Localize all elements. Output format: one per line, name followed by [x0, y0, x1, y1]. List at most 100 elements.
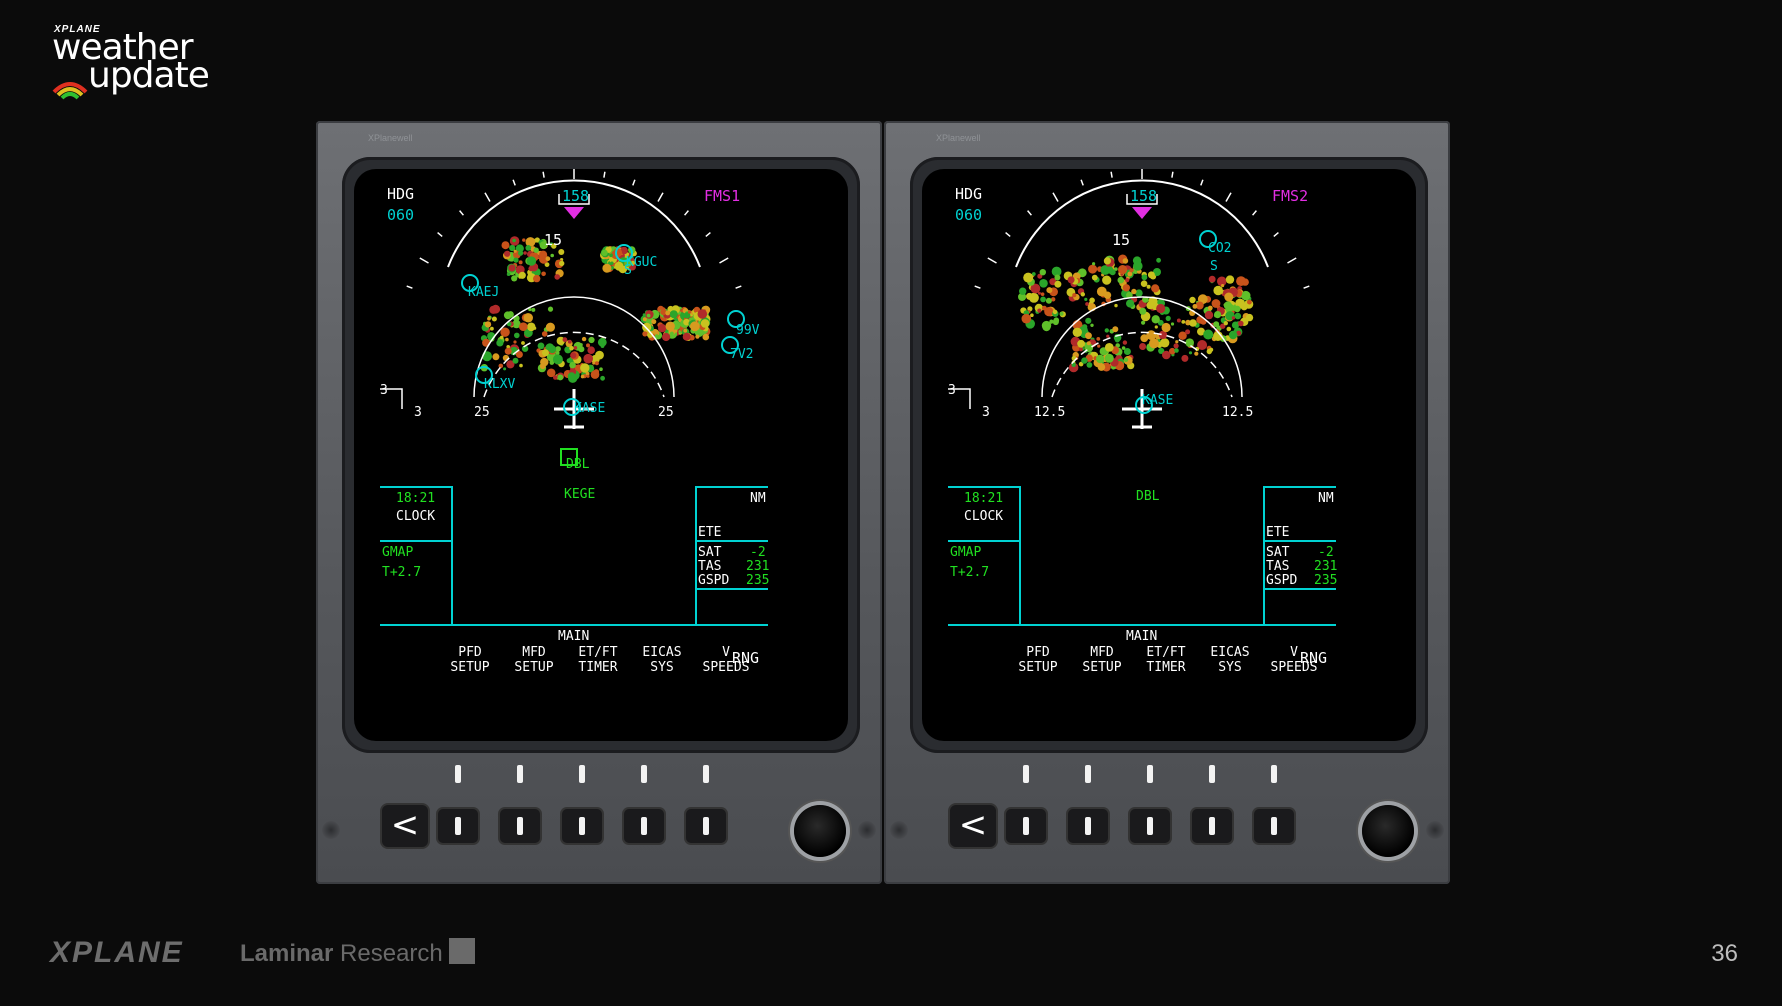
softkey-button-2[interactable] [500, 809, 540, 843]
waypoint-label: 99V [736, 323, 760, 338]
weather-cell [503, 367, 507, 371]
softkey-bar-icon [1209, 817, 1215, 835]
softkey-bar-icon [1271, 817, 1277, 835]
weather-cell [547, 306, 554, 312]
softkey-button-1[interactable] [438, 809, 478, 843]
waypoint-label: CO2 [1208, 241, 1232, 256]
weather-cell [533, 247, 539, 253]
weather-cell [646, 313, 651, 318]
rng-label: RNG [1300, 649, 1328, 667]
weather-cell [1133, 261, 1143, 271]
weather-cell [1146, 284, 1151, 289]
compass-tick [1052, 192, 1059, 202]
weather-cell [562, 337, 568, 343]
softkey-button-1[interactable] [1006, 809, 1046, 843]
range-knob[interactable] [794, 805, 846, 857]
weather-cell [1188, 351, 1193, 355]
weather-cell [601, 249, 608, 256]
clock-time: 18:21 [396, 491, 436, 506]
screw-left [322, 821, 340, 839]
softkey-button-4[interactable] [624, 809, 664, 843]
softkey-button-4[interactable] [1192, 809, 1232, 843]
weather-cell [569, 345, 574, 351]
weather-cell [1097, 344, 1101, 348]
mfd-screen: HDG 060 158 FMS1 15 25 25 3 3 KAEJ KGUC S 9… [354, 169, 848, 741]
weather-cell [1097, 363, 1106, 371]
weather-cell [1233, 305, 1241, 313]
weather-cell [642, 313, 646, 317]
laminar-rest: Research [333, 940, 443, 967]
weather-cell [1160, 338, 1170, 348]
weather-cell [1103, 257, 1111, 265]
screw-left [890, 821, 908, 839]
weather-cell [1194, 351, 1199, 356]
mfd-screen: HDG 060 158 FMS2 15 12.5 12.5 3 3 CO2 S KA… [922, 169, 1416, 741]
weather-cell [1213, 321, 1220, 328]
weather-cell [504, 250, 511, 257]
weather-cell [1241, 290, 1251, 301]
softkey-bar-icon [1085, 817, 1091, 835]
weather-cell [1052, 309, 1058, 315]
weather-cell [542, 349, 549, 357]
waypoint-label: KASE [574, 401, 606, 416]
compass-tick [1005, 232, 1011, 237]
weather-cell [537, 342, 545, 350]
weather-cell [1245, 313, 1254, 322]
softkey-button-2[interactable] [1068, 809, 1108, 843]
back-button[interactable]: < [950, 805, 996, 847]
heading-pointer [564, 207, 584, 219]
weather-cell [1185, 338, 1194, 347]
weather-cell [1238, 320, 1244, 327]
weather-cell [1122, 258, 1129, 264]
scale-a: 3 [948, 383, 956, 398]
weather-cell [1161, 322, 1171, 333]
softkey-button-3[interactable] [562, 809, 602, 843]
back-button[interactable]: < [382, 805, 428, 847]
tas-value: 231 [1314, 559, 1338, 574]
weather-cell [599, 367, 603, 371]
sat-label: SAT [698, 545, 722, 560]
softkey-label: EICAS SYS [1210, 645, 1250, 675]
weather-cell [1106, 334, 1110, 338]
softkey-top-indicator [1209, 765, 1215, 783]
weather-cell [1030, 313, 1034, 317]
weather-cell [1019, 287, 1027, 295]
button-row: < [316, 761, 882, 884]
softkey-button-3[interactable] [1130, 809, 1170, 843]
weather-cell [594, 361, 599, 366]
weather-cell [1224, 292, 1234, 302]
manufacturer-label: XPlanewell [936, 133, 981, 143]
weather-cell [1189, 296, 1196, 304]
softkey-top-indicator [641, 765, 647, 783]
weather-cell [609, 253, 613, 258]
weather-cell [1131, 288, 1137, 295]
compass-tick [657, 192, 664, 202]
weather-cell [1104, 353, 1114, 363]
hdg-label: HDG [955, 185, 983, 203]
weather-cell [523, 251, 527, 255]
weather-cell [504, 347, 512, 355]
weather-cell [489, 305, 498, 314]
weather-cell [1173, 343, 1179, 349]
weather-cell [526, 256, 537, 266]
compass-tick [406, 285, 413, 289]
softkey-button-5[interactable] [686, 809, 726, 843]
weather-cell [1226, 326, 1232, 332]
range-knob[interactable] [1362, 805, 1414, 857]
weather-cell [687, 310, 692, 314]
fms-source: FMS1 [704, 187, 741, 205]
weather-cell [1203, 329, 1214, 340]
weather-cell [1085, 332, 1092, 340]
weather-cell [552, 354, 563, 365]
weather-cell [487, 316, 491, 321]
gmap-label: GMAP [950, 545, 982, 560]
weather-cell [1181, 354, 1189, 362]
weather-cell [1247, 299, 1252, 305]
softkey-button-5[interactable] [1254, 809, 1294, 843]
weather-cell [674, 329, 678, 333]
weather-cell [1081, 357, 1088, 364]
weather-cell [600, 344, 605, 348]
compass-tick [1303, 285, 1310, 289]
weather-cell [1140, 280, 1148, 287]
softkey-bar-icon [1147, 817, 1153, 835]
